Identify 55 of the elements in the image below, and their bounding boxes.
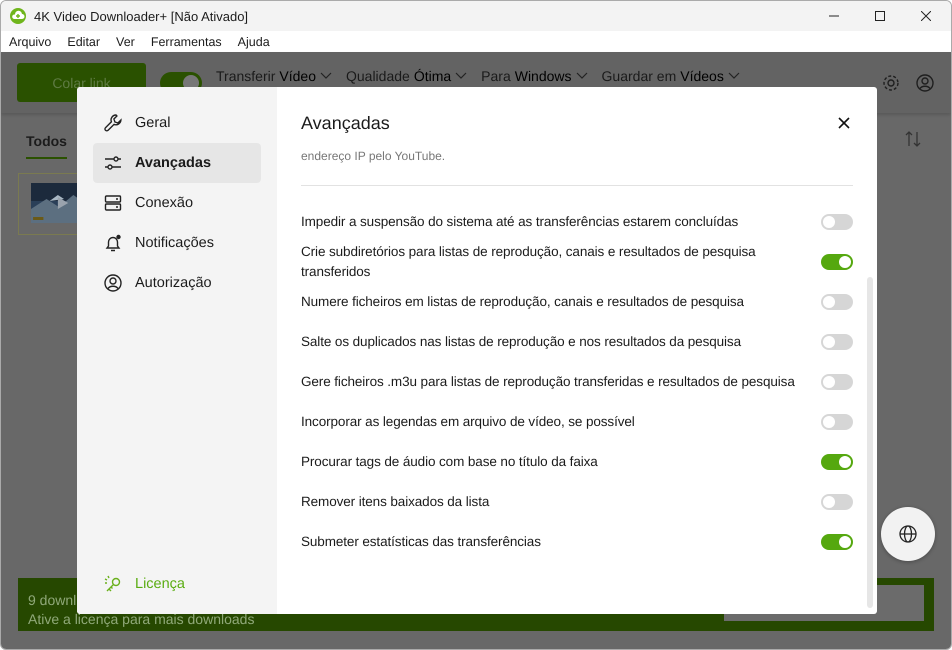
toggle-switch[interactable] [821,334,853,350]
bell-icon [103,233,123,253]
toggle-switch[interactable] [821,374,853,390]
chevron-down-icon [576,72,588,79]
settings-icon[interactable] [881,72,901,92]
user-icon [103,273,123,293]
option-label: Salte os duplicados nas listas de reprodução e nos resultados da pesquisa [301,333,742,351]
settings-nav-item[interactable]: Geral [93,103,261,143]
menu-item[interactable]: Ferramentas [150,34,222,48]
toolbar-dropdown[interactable]: Para Windows [481,68,588,84]
menu-item[interactable]: Editar [67,34,100,48]
close-icon[interactable] [921,11,931,21]
option-label: Numere ficheiros em listas de reprodução, canais e resultados de pesquisa [301,293,745,311]
menu-item[interactable]: Ver [116,34,135,48]
menu-item[interactable]: Arquivo [9,34,52,48]
close-icon[interactable] [838,117,850,129]
sort-icon[interactable] [903,129,923,149]
option-label: Remover itens baixados da lista [301,493,490,511]
toggle-switch[interactable] [821,494,853,510]
dialog-title: Avançadas [301,113,390,134]
account-icon[interactable] [915,72,935,92]
option-label: Submeter estatísticas das transferências [301,533,542,551]
key-icon [103,574,123,594]
app-logo-icon [10,8,26,24]
banner-title: 9 downl [28,592,78,608]
maximize-icon[interactable] [875,11,885,21]
toggle-switch[interactable] [821,214,853,230]
option-description: endereço IP pelo YouTube. [301,149,446,165]
window-title: 4K Video Downloader+ [Não Ativado] [34,8,248,24]
toggle-switch[interactable] [821,534,853,550]
settings-nav-item[interactable]: Avançadas [93,143,261,183]
toolbar-dropdown[interactable]: Transferir Vídeo [216,68,332,84]
option-label: Incorporar as legendas em arquivo de vídeo, se possível [301,413,636,431]
toggle-switch[interactable] [821,414,853,430]
option-label: Procurar tags de áudio com base no título da faixa [301,453,599,471]
toggle-switch[interactable] [821,254,853,270]
chevron-down-icon [455,72,468,79]
option-label: Crie subdiretórios para listas de reprodução, canais e resultados de pesquisa transferidos [301,243,757,281]
option-label: Impedir a suspensão do sistema até as transferências estarem concluídas [301,213,740,231]
globe-icon [898,524,918,544]
server-icon [103,193,123,213]
toolbar-dropdown[interactable]: Guardar em Vídeos [602,68,740,84]
chevron-down-icon [728,72,740,79]
wrench-icon [103,113,123,133]
settings-nav-item[interactable]: Autorização [93,263,261,303]
scrollbar-thumb[interactable] [867,277,873,608]
toggle-switch[interactable] [821,294,853,310]
option-label: Gere ficheiros .m3u para listas de reprodução transferidas e resultados de pesquisa [301,373,796,391]
settings-nav-item[interactable]: Notificações [93,223,261,263]
banner-subtitle: Ative a licença para mais downloads [28,611,254,627]
chevron-down-icon [320,72,332,79]
menu-item[interactable]: Ajuda [238,34,270,48]
toggle-switch[interactable] [821,454,853,470]
toolbar-dropdown[interactable]: Qualidade Ótima [346,68,468,84]
settings-nav-item[interactable]: Conexão [93,183,261,223]
